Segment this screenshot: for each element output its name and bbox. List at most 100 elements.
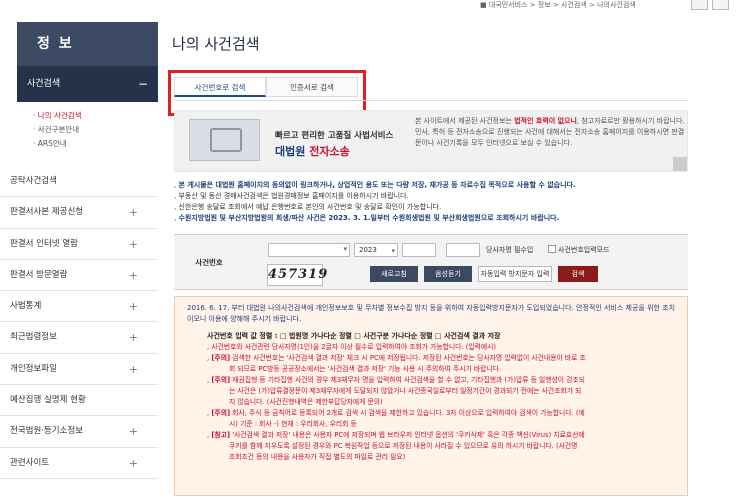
warning-tag: [주의] [211,376,231,384]
sidebar-item-related-sites[interactable]: 관련사이트 + [0,448,158,479]
expand-icon[interactable]: + [129,354,138,385]
year-select[interactable]: 2023 [354,243,398,257]
warning-line: , [주의] 재권집행 등 기타집행 사건의 경우 제3채무자 명을 입력하여 … [207,376,585,384]
warning-text: 회사, 주식 등 금칙어로 등록되어 2개로 검색 시 검색을 제한하고 있습니… [230,409,585,417]
captcha-image: 457319 [267,264,327,286]
input-mode-label: 사건번호입력모드 [558,246,610,254]
captcha-input[interactable]: 자동입력 방지문자 입력 [478,266,552,282]
notice-item: , 부동산 및 동산 경매사건검색은 법원경매정보 홈페이지를 이용하시기 바랍… [174,192,409,200]
sidebar-submenu: · 나의 사건검색 · 사건구분안내 · ARS안내 [17,102,158,166]
party-name-required: 당사자명 필수입 [486,245,533,255]
sidebar-item-recent-laws[interactable]: 최근법령정보 + [0,322,158,354]
warning-text: '사건검색 결과 저장' 내용은 사용자 PC에 저장되며 웹 브라우저 인터넷… [230,431,585,439]
sidebar-item-judgment-visit[interactable]: 판결서 방문열람 + [0,260,158,292]
warning-line: , 사건번호와 사건관련 당사자명(1인)을 2글자 이상 필수로 입력하여야 … [207,343,497,351]
sidebar-heading: 정 보 [17,22,158,66]
submenu-case-type-guide[interactable]: · 사건구분안내 [33,123,158,137]
warning-text: 는 사건은 (가)압류결정문이 제3채무자에게 도달되지 않았거나 사건종국일로… [229,387,582,395]
expand-icon[interactable]: + [129,448,138,479]
sidebar-item-judgment-online[interactable]: 판결서 인터넷 열람 + [0,229,158,260]
sidebar-item-label: 판결서 방문열람 [10,269,68,280]
warning-tag: [참고] [211,431,231,439]
checkbox-icon[interactable] [548,245,556,253]
input-mode-checkbox[interactable]: 사건번호입력모드 [548,245,610,255]
main-content: 나의 사건검색 사건번호로 검색 인증서로 검색 빠르고 편리한 고품질 사법서… [168,0,749,502]
sort-options[interactable]: 사건번호 입력 값 정렬 : □ 법원명 가나다순 정렬 □ 사건구분 가나다순… [183,331,679,342]
warning-text: 조회조건 등의 내용을 사용자가 직접 별도의 파일로 관리 필요) [229,453,406,461]
warning-text: 재권집행 등 기타집행 사건의 경우 제3채무자 명을 입력하여 사건검색을 할… [230,376,585,384]
warning-line: , [주의] 검색한 사건번호는 '사건검색 결과 저장' 체크 시 PC에 저… [207,354,586,362]
sidebar-item-label: 사건검색 [27,79,61,89]
case-type-input[interactable] [402,243,436,257]
sidebar-item-budget[interactable]: 예산집행 실명제 현황 [0,385,158,417]
warning-text: 검색한 사건번호는 '사건검색 결과 저장' 체크 시 PC에 저장됩니다. 저… [230,354,586,362]
expand-icon[interactable]: + [129,197,138,228]
notice-item: , 신한은행 송달료 조회에서 예납 은행번호로 본인의 사건번호 및 송달료 … [174,203,442,211]
warning-line: 지 않습니다. (사건진행내역은 제한부답당자에게 문의) [183,397,679,408]
collapse-icon[interactable]: − [138,66,148,102]
party-name-label: 당사자명 필수입 [486,246,534,254]
tab-divider [174,100,688,101]
banner-corner-fold [673,157,687,171]
sidebar-item-label: 판결서사본 제공신청 [10,207,84,218]
expand-icon[interactable]: + [129,260,138,291]
sidebar-menu-list: 공탁사건검색 판결서사본 제공신청 + 판결서 인터넷 열람 + 판결서 방문열… [0,166,158,479]
sidebar-item-label: 최근법령정보 [10,332,57,343]
refresh-captcha-button[interactable]: 새로고침 [370,266,418,282]
listen-audio-button[interactable]: 음성듣기 [424,266,472,282]
banner-title-main: 대법원 [275,145,310,158]
warning-text: 사건번호와 사건관련 당사자명(1인)을 2글자 이상 필수로 입력하여야 조회… [211,343,497,351]
sidebar: 정 보 사건검색 − · 나의 사건검색 · 사건구분안내 · ARS안내 공탁… [0,0,158,502]
sidebar-item-label: 공탁사건검색 [10,176,57,186]
sidebar-item-deposit-search[interactable]: 공탁사건검색 [0,166,158,198]
banner-title[interactable]: 대법원 전자소송 [275,143,350,159]
warning-line: , [주의] 회사, 주식 등 금칙어로 등록되어 2개로 검색 시 검색을 제… [207,409,585,417]
warning-text: 회 되므로 PC방등 공공장소에서는 '사건검색 결과 저장' 기능 사용 시 … [229,365,502,373]
warning-line: 쿠키를 함께 지우도록 설정된 경우와 PC 복원작업 등으로 저장된 내용이 … [183,441,679,452]
warning-box: 2016. 6. 17. 부터 대법원 나의사건검색에 개인정보보호 및 무차별… [174,296,688,496]
sidebar-item-label: 판결서 인터넷 열람 [10,238,78,249]
sidebar-item-court-info[interactable]: 전국법원·등기소정보 + [0,416,158,448]
desc-part-a: 본 사이트에서 제공된 사건정보는 [415,117,515,125]
sidebar-item-judgment-copy[interactable]: 판결서사본 제공신청 + [0,197,158,229]
warning-text: 시) 기준 : 회사 -) 현재 : 우리회사, 우리회 등 [229,420,357,428]
sidebar-item-label: 관련사이트 [10,457,50,468]
banner-title-accent: 전자소송 [309,145,350,158]
desc-no-legal-effect: 법적인 효력이 없으니 [514,117,577,125]
expand-icon[interactable]: + [129,322,138,353]
sidebar-item-label: 전국법원·등기소정보 [10,426,84,437]
expand-icon[interactable]: + [129,291,138,322]
sidebar-item-label: 사법통계 [10,301,42,312]
desc-part-c: 민사, 특허 등 전자소송으로 진행되는 사건에 대해서는 전자소송 홈페이지를… [415,128,685,147]
page-title: 나의 사건검색 [172,35,260,53]
case-serial-input[interactable] [446,243,480,257]
case-number-label: 사건번호 [195,258,223,267]
desc-part-b: , 참고자료로만 활용하시기 바랍니다. [576,117,685,125]
warning-line: , [참고] '사건검색 결과 저장' 내용은 사용자 PC에 저장되며 웹 브… [207,431,585,439]
warning-text: 쿠키를 함께 지우도록 설정된 경우와 PC 복원작업 등으로 저장된 내용이 … [229,442,578,450]
captcha-notice: 2016. 6. 17. 부터 대법원 나의사건검색에 개인정보보호 및 무차별… [187,304,676,323]
banner-tagline: 빠르고 편리한 고품질 사법서비스 [275,131,394,141]
warning-tag: [주의] [211,409,231,417]
notice-item: , 수원지방법원 및 부산지방법원의 회생/파산 사건은 2023. 3. 1.… [174,214,560,222]
submenu-my-case-search[interactable]: · 나의 사건검색 [33,109,158,123]
warning-tag: [주의] [211,354,231,362]
case-search-form: 사건번호 2023 당사자명 필수입 사건번호입력모드 457319 새로고침 … [174,234,688,290]
warning-line: 조회조건 등의 내용을 사용자가 직접 별도의 파일로 관리 필요) [183,452,679,463]
warning-line: 회 되므로 PC방등 공공장소에서는 '사건검색 결과 저장' 기능 사용 시 … [183,364,679,375]
notice-item: , 본 게시물은 대법원 홈페이지의 동의없이 링크하거나, 상업적인 용도 또… [174,181,576,189]
submenu-ars-guide[interactable]: · ARS안내 [33,137,158,151]
search-button[interactable]: 검색 [558,266,598,282]
expand-icon[interactable]: + [129,416,138,447]
sidebar-item-case-search[interactable]: 사건검색 − [17,66,158,102]
sidebar-item-judicial-stats[interactable]: 사법통계 + [0,291,158,323]
e-litigation-banner: 빠르고 편리한 고품질 사법서비스 대법원 전자소송 본 사이트에서 제공된 사… [174,110,688,172]
sidebar-item-label: 예산집행 실명제 현황 [10,395,86,406]
warning-line: 시) 기준 : 회사 -) 현재 : 우리회사, 우리회 등 [183,419,679,430]
expand-icon[interactable]: + [129,229,138,260]
warning-text: 지 않습니다. (사건진행내역은 제한부답당자에게 문의) [229,398,383,406]
court-select[interactable] [268,243,350,257]
warning-line: 는 사건은 (가)압류결정문이 제3채무자에게 도달되지 않았거나 사건종국일로… [183,386,679,397]
sidebar-item-privacy-files[interactable]: 개인정보파일 + [0,354,158,386]
sidebar-item-label: 개인정보파일 [10,363,57,374]
